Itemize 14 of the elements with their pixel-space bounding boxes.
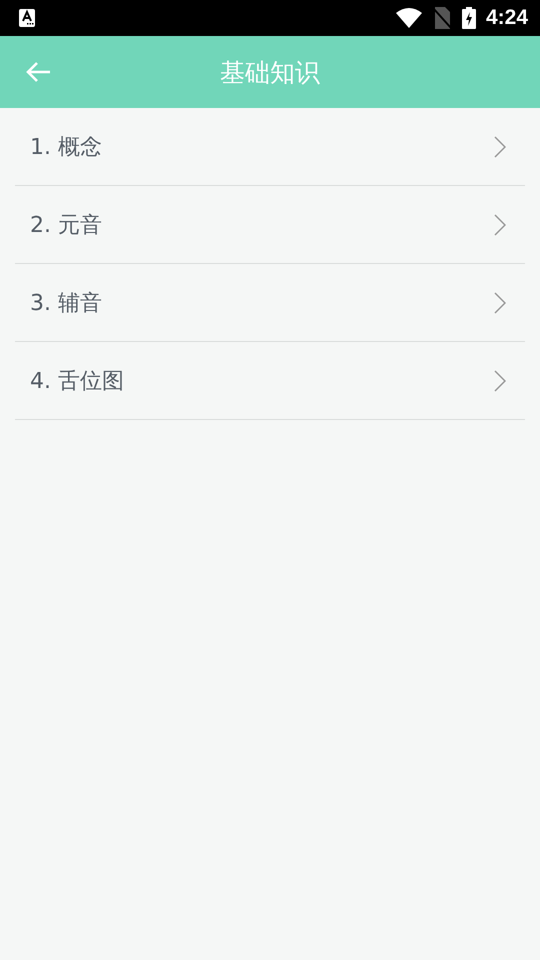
battery-charging-icon: [462, 7, 476, 29]
list-item[interactable]: 2. 元音: [15, 186, 525, 264]
back-arrow-icon: [25, 61, 51, 83]
list-item[interactable]: 4. 舌位图: [15, 342, 525, 420]
status-time: 4:24: [486, 6, 528, 30]
app-notification-icon: [19, 9, 35, 27]
list-item[interactable]: 3. 辅音: [15, 264, 525, 342]
list-item[interactable]: 1. 概念: [15, 108, 525, 186]
wifi-icon: [396, 8, 422, 28]
chevron-right-icon: [494, 136, 506, 158]
chevron-right-icon: [494, 214, 506, 236]
chevron-right-icon: [494, 292, 506, 314]
chevron-right-icon: [494, 370, 506, 392]
screen-title: 基础知识: [220, 56, 320, 88]
